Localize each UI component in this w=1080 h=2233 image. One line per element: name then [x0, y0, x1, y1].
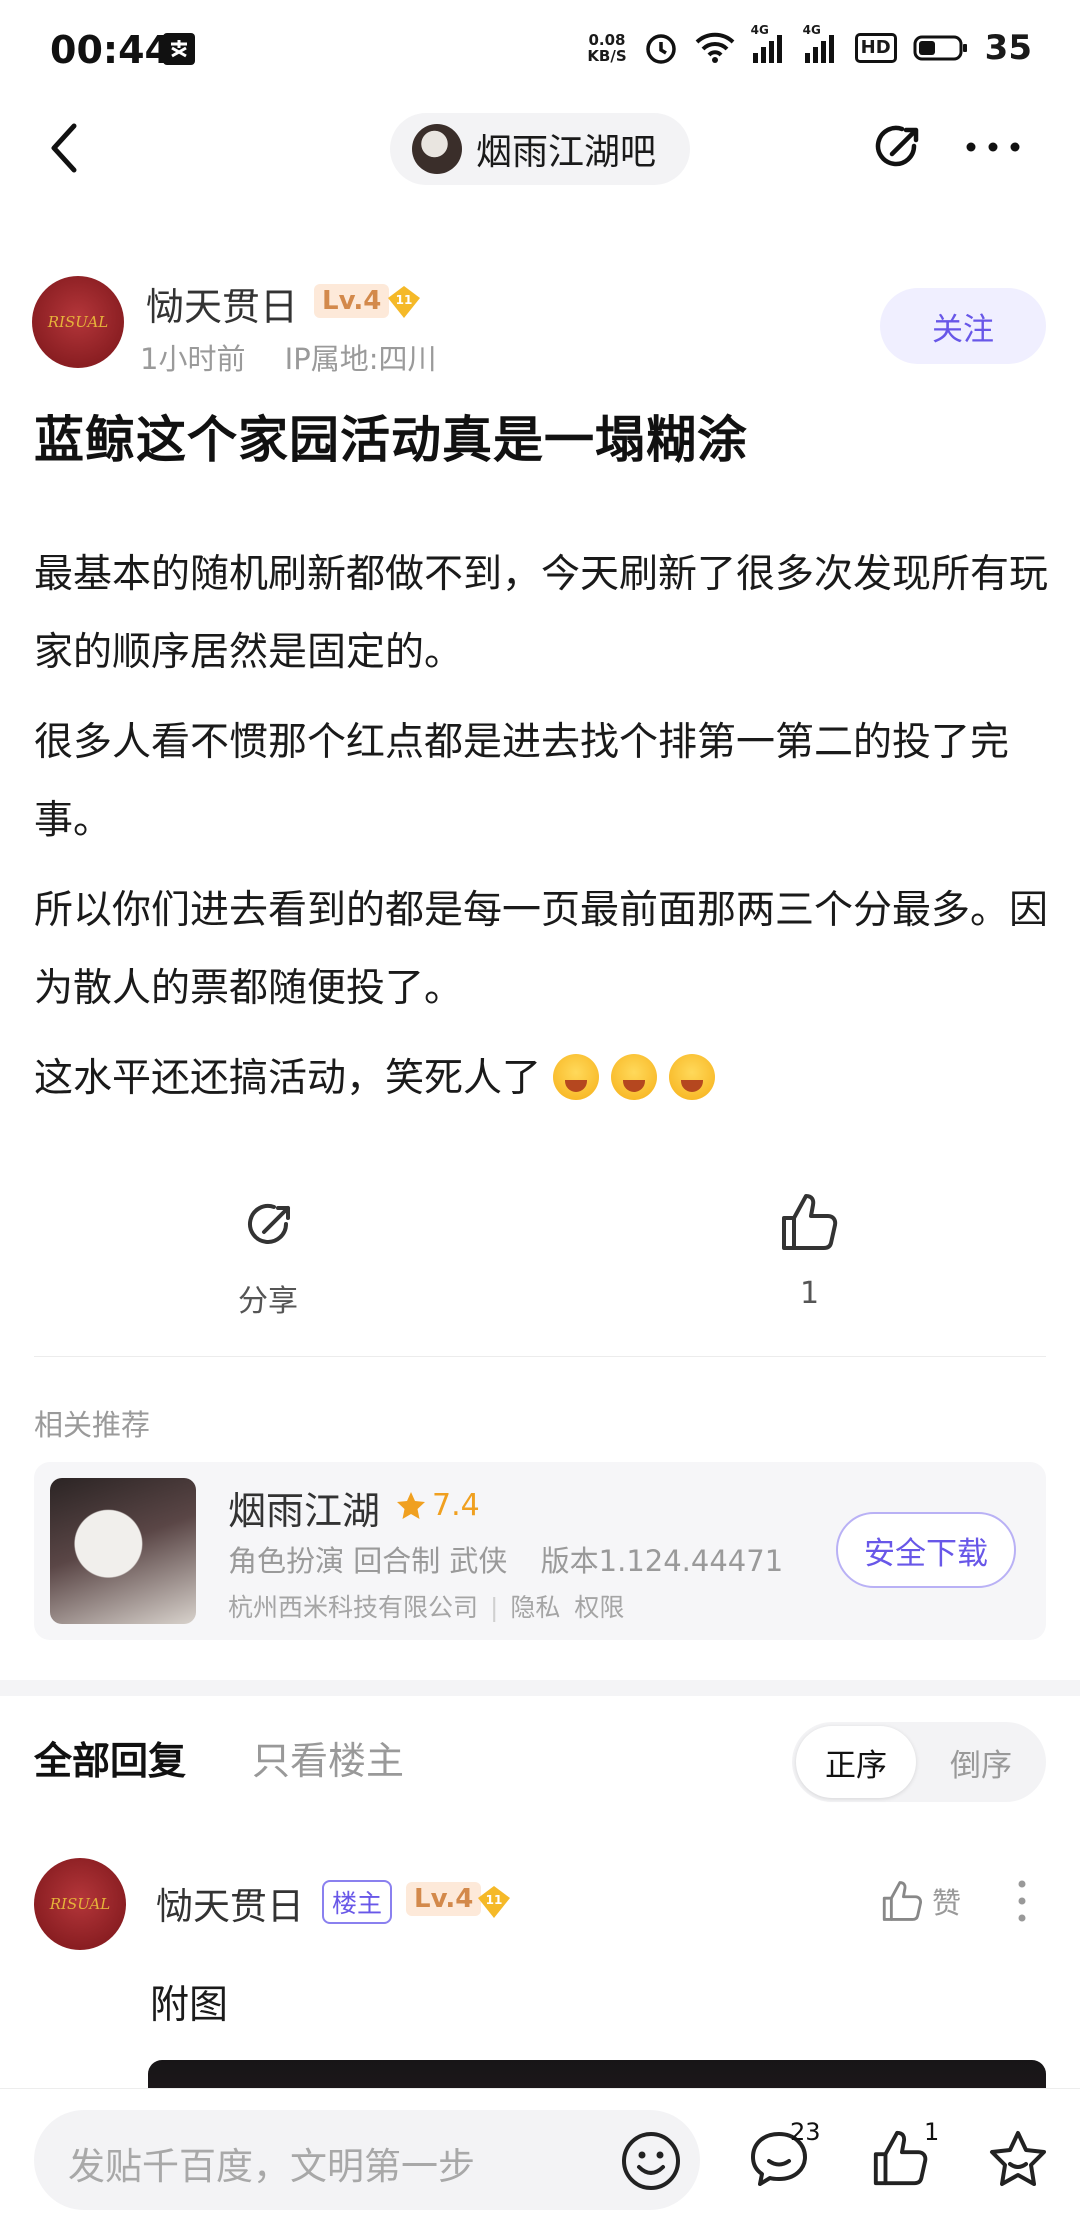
- post-ip: IP属地:四川: [284, 342, 437, 376]
- privacy-link[interactable]: 隐私: [510, 1593, 560, 1622]
- back-button[interactable]: [44, 118, 88, 178]
- permission-link[interactable]: 权限: [574, 1593, 624, 1622]
- avatar-logo-text: RISUAL: [47, 313, 109, 331]
- post-like-count: 1: [800, 1276, 820, 1311]
- net-speed: 0.08 KB/S: [587, 32, 626, 64]
- like-post-icon[interactable]: [778, 1190, 840, 1254]
- gem-badge-icon: 11: [476, 1884, 512, 1920]
- comment-avatar[interactable]: RISUAL: [34, 1858, 126, 1950]
- post-paragraph: 所以你们进去看到的都是每一页最前面那两三个分最多。因为散人的票都随便投了。: [34, 888, 1049, 1011]
- wifi-icon: [695, 32, 735, 64]
- app-version: 版本1.124.44471: [540, 1544, 784, 1578]
- tab-all-replies[interactable]: 全部回复: [34, 1730, 186, 1785]
- comment-more-icon[interactable]: [1016, 1878, 1028, 1924]
- sort-ascending-button[interactable]: 正序: [796, 1726, 916, 1798]
- author-avatar[interactable]: RISUAL: [32, 276, 124, 368]
- avatar-logo-text: RISUAL: [49, 1895, 111, 1913]
- share-icon[interactable]: [868, 118, 928, 178]
- app-rating: 7.4: [432, 1488, 480, 1523]
- post-paragraph: 很多人看不惯那个红点都是进去找个排第一第二的投了完事。: [34, 720, 1010, 843]
- sort-descending-button[interactable]: 倒序: [950, 1740, 1012, 1785]
- post-title: 蓝鲸这个家园活动真是一塌糊涂: [34, 411, 748, 469]
- comment-like-label[interactable]: 赞: [932, 1880, 961, 1922]
- status-bar: 00:44 0.08 KB/S 4G 4G HD 35: [0, 0, 1080, 110]
- tab-host-only[interactable]: 只看楼主: [252, 1730, 404, 1785]
- signal-icon-2: 4G: [803, 23, 839, 63]
- section-separator: [0, 1680, 1080, 1696]
- post-body: 最基本的随机刷新都做不到，今天刷新了很多次发现所有玩家的顺序居然是固定的。 很多…: [34, 536, 1050, 1130]
- net-speed-value: 0.08: [588, 31, 626, 49]
- laughing-emoji-icon: [611, 1053, 658, 1100]
- comment-count: 23: [790, 2118, 821, 2146]
- app-name: 烟雨江湖: [228, 1489, 381, 1533]
- download-button[interactable]: 安全下载: [836, 1512, 1016, 1588]
- share-post-icon[interactable]: [240, 1196, 300, 1256]
- signal-1-label: 4G: [750, 23, 769, 37]
- battery-icon: [913, 34, 969, 62]
- alarm-icon: [643, 30, 679, 66]
- reply-placeholder[interactable]: 发贴千百度，文明第一步: [68, 2136, 475, 2190]
- comment-level-badge: Lv.4: [406, 1882, 482, 1916]
- post-paragraph-last: 这水平还还搞活动，笑死人了: [34, 1040, 1050, 1118]
- signal-icon-1: 4G: [751, 23, 787, 63]
- forum-pill[interactable]: 烟雨江湖吧: [390, 113, 690, 185]
- author-level-badge: Lv.4: [314, 284, 390, 318]
- post-time: 1小时前: [140, 342, 246, 376]
- gem-badge-number: 11: [396, 293, 413, 307]
- gem-badge-icon: 11: [386, 284, 422, 320]
- battery-level: 35: [984, 28, 1032, 68]
- follow-button[interactable]: 关注: [880, 288, 1046, 364]
- more-icon[interactable]: [963, 132, 1023, 162]
- bottom-like-count: 1: [924, 2118, 940, 2146]
- divider: [34, 1356, 1046, 1357]
- comment-text: 附图: [150, 1983, 229, 2028]
- recommend-section-title: 相关推荐: [34, 1408, 151, 1442]
- star-icon: [396, 1490, 426, 1520]
- laughing-emoji-icon: [553, 1053, 600, 1100]
- image-ui-strip: [148, 2070, 1046, 2088]
- comment-author-name[interactable]: 恸天贯日: [156, 1876, 304, 1930]
- forum-avatar: [412, 124, 462, 174]
- hd-icon: HD: [854, 33, 897, 63]
- gem-badge-number: 11: [486, 1893, 503, 1907]
- app-developer-row: 杭州西米科技有限公司 | 隐私 权限: [228, 1588, 624, 1624]
- net-speed-unit: KB/S: [587, 47, 627, 65]
- forum-name: 烟雨江湖吧: [476, 132, 657, 173]
- app-tags: 角色扮演 回合制 武侠 版本1.124.44471: [228, 1538, 783, 1580]
- emoji-icon[interactable]: [620, 2130, 682, 2192]
- app-genre-tags: 角色扮演 回合制 武侠: [228, 1544, 508, 1578]
- laughing-emoji-icon: [669, 1053, 716, 1100]
- author-name[interactable]: 恸天贯日: [146, 276, 298, 331]
- like-icon[interactable]: [870, 2126, 930, 2190]
- app-developer: 杭州西米科技有限公司: [228, 1593, 479, 1622]
- host-tag: 楼主: [322, 1880, 393, 1924]
- post-paragraph-text: 这水平还还搞活动，笑死人了: [34, 1056, 542, 1101]
- signal-2-label: 4G: [802, 23, 821, 37]
- notification-icon: [160, 30, 198, 68]
- separator: |: [489, 1593, 499, 1622]
- status-time: 00:44: [50, 28, 171, 72]
- share-label[interactable]: 分享: [238, 1276, 298, 1320]
- comment-like-icon[interactable]: [880, 1878, 924, 1924]
- favorite-star-icon[interactable]: [986, 2128, 1050, 2192]
- post-paragraph: 最基本的随机刷新都做不到，今天刷新了很多次发现所有玩家的顺序居然是固定的。: [34, 552, 1049, 675]
- post-meta: 1小时前 IP属地:四川: [140, 336, 436, 378]
- status-right: 0.08 KB/S 4G 4G HD 35: [587, 23, 1032, 68]
- app-icon[interactable]: [50, 1478, 196, 1624]
